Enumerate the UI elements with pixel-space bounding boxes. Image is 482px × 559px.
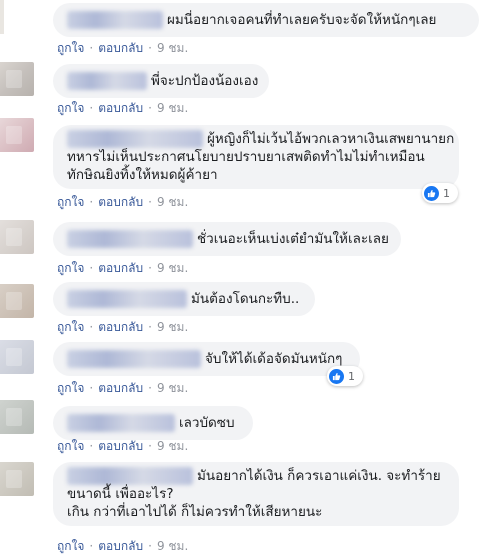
reply-link[interactable]: ตอบกลับ xyxy=(98,439,143,453)
like-link[interactable]: ถูกใจ xyxy=(57,381,84,395)
comment-bubble: มันต้องโดนกะทืบ.. xyxy=(53,282,315,316)
comment-bubble: จับให้ได้เด้อจัดมันหนักๆ xyxy=(53,342,360,376)
comment-text: ผู้หญิงก็ไม่เว้นไอ้พวกเลวหาเงินเสพยานายก xyxy=(207,131,455,147)
comment-time[interactable]: 9 ชม. xyxy=(157,261,188,275)
comment-text: มันอยากได้เงิน ก็ควรเอาแค่เงิน. จะทำร้าย xyxy=(197,468,441,484)
thumbs-up-icon xyxy=(329,368,344,384)
avatar[interactable] xyxy=(0,220,34,254)
comment-actions: ถูกใจ · ตอบกลับ · 9 ชม. xyxy=(57,439,189,453)
comment-time[interactable]: 9 ชม. xyxy=(157,320,188,334)
comment-text: มันต้องโดนกะทืบ.. xyxy=(191,291,300,307)
comment-actions: ถูกใจ · ตอบกลับ · 9 ชม. xyxy=(57,41,189,55)
comment-actions: ถูกใจ · ตอบกลับ · 9 ชม. xyxy=(57,381,189,395)
avatar[interactable] xyxy=(0,400,34,434)
reply-link[interactable]: ตอบกลับ xyxy=(98,101,143,115)
commenter-name-blurred[interactable] xyxy=(67,467,193,485)
comment-text-line: เกิน กว่าที่เอาไปได้ ก็ไม่ควรทำให้เสียหา… xyxy=(67,504,323,520)
reply-link[interactable]: ตอบกลับ xyxy=(98,195,143,209)
comment-actions: ถูกใจ · ตอบกลับ · 9 ชม. xyxy=(57,539,189,553)
reaction-count[interactable]: 1 xyxy=(422,183,458,203)
commenter-name-blurred[interactable] xyxy=(67,290,187,308)
comment-text: ชั่วเนอะเห็นเบ่งเต๋ยำมันให้เละเลย xyxy=(197,231,389,247)
comment-text: จับให้ได้เด้อจัดมันหนักๆ xyxy=(205,351,343,367)
reaction-number: 1 xyxy=(348,369,355,383)
comment-bubble: พี่จะปกป้องน้องเอง xyxy=(53,64,269,98)
comment-text-line: ทหารไม่เห็นประกาศนโยบายปราบยาเสพติดทำไมไ… xyxy=(67,149,425,165)
comment-bubble: มันอยากได้เงิน ก็ควรเอาแค่เงิน. จะทำร้าย… xyxy=(53,462,459,526)
comment-time[interactable]: 9 ชม. xyxy=(157,195,188,209)
comment-text: เลวบัดซบ xyxy=(179,415,235,431)
avatar[interactable] xyxy=(0,62,34,96)
like-link[interactable]: ถูกใจ xyxy=(57,41,84,55)
comment-time[interactable]: 9 ชม. xyxy=(157,381,188,395)
commenter-name-blurred[interactable] xyxy=(67,11,163,29)
like-link[interactable]: ถูกใจ xyxy=(57,195,84,209)
commenter-name-blurred[interactable] xyxy=(67,230,193,248)
comment-bubble: เลวบัดซบ xyxy=(53,406,253,440)
comment-text-line: ทักษิณยิงทิ้งให้หมดผู้ค้ายา xyxy=(67,167,218,183)
reply-link[interactable]: ตอบกลับ xyxy=(98,320,143,334)
comment-bubble: ผมนี่อยากเจอคนที่ทำเลยครับจะจัดให้หนักๆเ… xyxy=(53,3,479,37)
avatar[interactable] xyxy=(0,0,4,34)
comment-bubble: ชั่วเนอะเห็นเบ่งเต๋ยำมันให้เละเลย xyxy=(53,222,401,256)
commenter-name-blurred[interactable] xyxy=(67,350,201,368)
commenter-name-blurred[interactable] xyxy=(67,130,203,148)
comment-time[interactable]: 9 ชม. xyxy=(157,41,188,55)
comment-actions: ถูกใจ · ตอบกลับ · 9 ชม. xyxy=(57,195,189,209)
avatar[interactable] xyxy=(0,284,34,318)
thumbs-up-icon xyxy=(424,185,439,201)
reaction-count[interactable]: 1 xyxy=(327,366,363,386)
comment-text-line: ขนาดนี้ เพื่ออะไร? xyxy=(67,486,174,502)
reaction-number: 1 xyxy=(443,186,450,200)
like-link[interactable]: ถูกใจ xyxy=(57,320,84,334)
reply-link[interactable]: ตอบกลับ xyxy=(98,261,143,275)
comment-actions: ถูกใจ · ตอบกลับ · 9 ชม. xyxy=(57,261,189,275)
comment-text: พี่จะปกป้องน้องเอง xyxy=(151,73,259,89)
like-link[interactable]: ถูกใจ xyxy=(57,261,84,275)
comment-bubble: ผู้หญิงก็ไม่เว้นไอ้พวกเลวหาเงินเสพยานายก… xyxy=(53,125,459,189)
avatar[interactable] xyxy=(0,340,34,374)
reply-link[interactable]: ตอบกลับ xyxy=(98,539,143,553)
commenter-name-blurred[interactable] xyxy=(67,414,175,432)
comment-actions: ถูกใจ · ตอบกลับ · 9 ชม. xyxy=(57,101,189,115)
comment-time[interactable]: 9 ชม. xyxy=(157,439,188,453)
commenter-name-blurred[interactable] xyxy=(67,72,147,90)
comment-time[interactable]: 9 ชม. xyxy=(157,539,188,553)
like-link[interactable]: ถูกใจ xyxy=(57,439,84,453)
comment-text: ผมนี่อยากเจอคนที่ทำเลยครับจะจัดให้หนักๆเ… xyxy=(167,12,437,28)
comment-actions: ถูกใจ · ตอบกลับ · 9 ชม. xyxy=(57,320,189,334)
comment-time[interactable]: 9 ชม. xyxy=(157,101,188,115)
avatar[interactable] xyxy=(0,462,34,496)
reply-link[interactable]: ตอบกลับ xyxy=(98,381,143,395)
like-link[interactable]: ถูกใจ xyxy=(57,101,84,115)
avatar[interactable] xyxy=(0,118,34,152)
like-link[interactable]: ถูกใจ xyxy=(57,539,84,553)
reply-link[interactable]: ตอบกลับ xyxy=(98,41,143,55)
